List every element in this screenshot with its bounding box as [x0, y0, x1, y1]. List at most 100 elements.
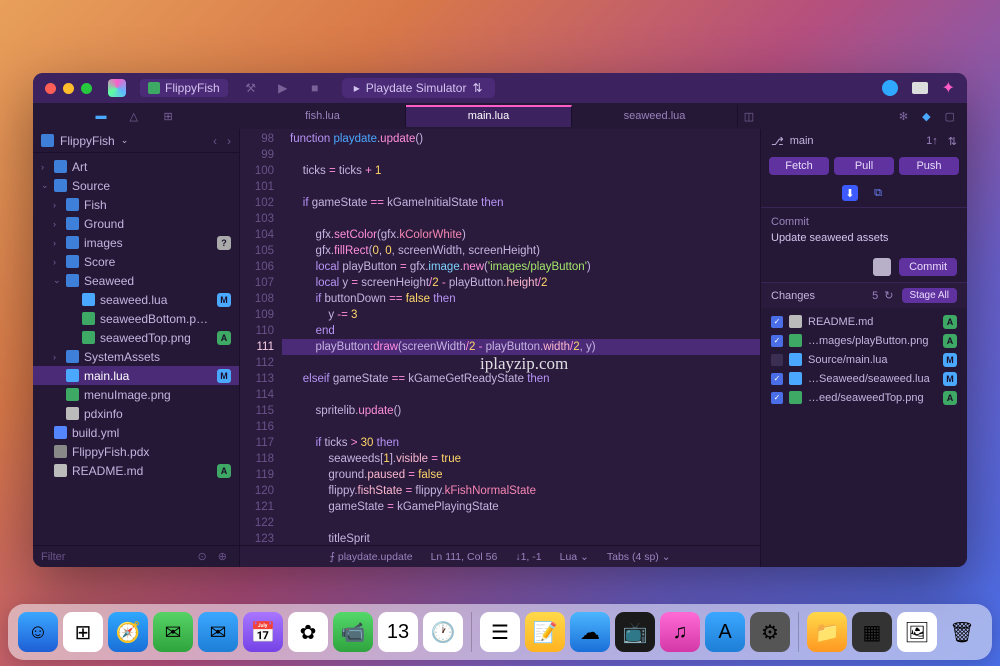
- dock-app-icon[interactable]: 📅: [243, 612, 283, 652]
- chevron-updown-icon: ⇅: [948, 135, 957, 148]
- tree-row[interactable]: ›Score: [33, 252, 239, 271]
- change-row[interactable]: ✓…eed/seaweedTop.pngA: [761, 388, 967, 407]
- dock-app-icon[interactable]: ☁: [570, 612, 610, 652]
- preview-icon[interactable]: [882, 80, 898, 96]
- breadcrumb[interactable]: FlippyFish ⌄ ‹ ›: [33, 129, 239, 153]
- filter-bar[interactable]: Filter ⊙ ⊕: [33, 545, 239, 567]
- nav-back-icon[interactable]: ‹: [213, 134, 217, 148]
- editor-tab[interactable]: fish.lua: [240, 105, 406, 127]
- split-editor-icon[interactable]: ◫: [738, 110, 760, 123]
- tree-row[interactable]: ›Fish: [33, 195, 239, 214]
- hammer-icon[interactable]: ⚒: [242, 81, 260, 95]
- square-icon[interactable]: ▢: [945, 110, 955, 123]
- stash-down-icon[interactable]: ⬇: [842, 185, 858, 201]
- tree-row[interactable]: pdxinfo: [33, 404, 239, 423]
- avatar[interactable]: [873, 258, 891, 276]
- zoom-window-button[interactable]: [81, 83, 92, 94]
- tree-row[interactable]: seaweedTop.pngA: [33, 328, 239, 347]
- git-panel: ⎇ main 1↑ ⇅ Fetch Pull Push ⬇ ⧉ Commit Upd…: [760, 129, 967, 567]
- dock-app-icon[interactable]: 🧭: [108, 612, 148, 652]
- editor-tab[interactable]: main.lua: [406, 105, 572, 127]
- tree-row[interactable]: ›Ground: [33, 214, 239, 233]
- status-tabs[interactable]: Tabs (4 sp) ⌄: [607, 551, 671, 563]
- snowflake-icon[interactable]: ✻: [899, 110, 908, 123]
- dock-app-icon[interactable]: 13: [378, 612, 418, 652]
- code-area[interactable]: function playdate.update() ticks = ticks…: [282, 129, 760, 545]
- dock-app-icon[interactable]: 📝: [525, 612, 565, 652]
- changes-count: 5: [872, 290, 878, 302]
- dock-app-icon[interactable]: ✉: [153, 612, 193, 652]
- folder-mode-icon[interactable]: ▬: [96, 110, 110, 122]
- refresh-icon[interactable]: ↻: [884, 289, 893, 302]
- branch-row[interactable]: ⎇ main 1↑ ⇅: [761, 129, 967, 153]
- dock-app-icon[interactable]: ☰: [480, 612, 520, 652]
- tree-row[interactable]: build.yml: [33, 423, 239, 442]
- code-editor[interactable]: 9899100101102103104105106107108109110111…: [240, 129, 760, 567]
- minimize-window-button[interactable]: [63, 83, 74, 94]
- dock-app-icon[interactable]: 🕐: [423, 612, 463, 652]
- dock-app-icon[interactable]: ⊞: [63, 612, 103, 652]
- commit-message-input[interactable]: Update seaweed assets: [771, 232, 957, 244]
- simulator-name: Playdate Simulator: [366, 81, 467, 95]
- change-row[interactable]: Source/main.luaM: [761, 350, 967, 369]
- pull-button[interactable]: Pull: [834, 157, 894, 175]
- tree-row[interactable]: ›SystemAssets: [33, 347, 239, 366]
- stop-icon[interactable]: ■: [306, 81, 324, 95]
- dock-app-icon[interactable]: A: [705, 612, 745, 652]
- editor-tab[interactable]: seaweed.lua: [572, 105, 738, 127]
- play-icon[interactable]: ▶: [274, 81, 292, 95]
- dock-app-icon[interactable]: 📁: [807, 612, 847, 652]
- dock-app-icon[interactable]: 📹: [333, 612, 373, 652]
- chevron-down-icon: ⌄: [121, 135, 129, 146]
- tree-row[interactable]: menuImage.png: [33, 385, 239, 404]
- tree-row[interactable]: FlippyFish.pdx: [33, 442, 239, 461]
- status-position[interactable]: Ln 111, Col 56: [431, 551, 498, 563]
- branch-name: main: [790, 135, 814, 147]
- dock-app-icon[interactable]: ⚙: [750, 612, 790, 652]
- diamond-icon[interactable]: ◆: [922, 110, 930, 123]
- tree-row[interactable]: seaweed.luaM: [33, 290, 239, 309]
- nav-forward-icon[interactable]: ›: [227, 134, 231, 148]
- change-row[interactable]: ✓README.mdA: [761, 312, 967, 331]
- change-row[interactable]: ✓…mages/playButton.pngA: [761, 331, 967, 350]
- tree-row[interactable]: ›Art: [33, 157, 239, 176]
- status-encoding[interactable]: ↓1, -1: [515, 551, 541, 563]
- status-symbol[interactable]: ⨍ playdate.update: [329, 551, 412, 563]
- stage-all-button[interactable]: Stage All: [902, 288, 957, 303]
- breadcrumb-label: FlippyFish: [60, 134, 115, 148]
- ahead-count: 1↑: [926, 135, 938, 147]
- change-row[interactable]: ✓…Seaweed/seaweed.luaM: [761, 369, 967, 388]
- dock-app-icon[interactable]: 📺: [615, 612, 655, 652]
- dock-app-icon[interactable]: ▦: [852, 612, 892, 652]
- project-badge[interactable]: FlippyFish: [140, 79, 228, 97]
- status-language[interactable]: Lua ⌄: [560, 551, 589, 563]
- dock-app-icon[interactable]: ♫: [660, 612, 700, 652]
- dock-app-icon[interactable]: ✿: [288, 612, 328, 652]
- device-icon: ▸: [354, 81, 360, 95]
- panels-icon[interactable]: [912, 82, 928, 94]
- simulator-select[interactable]: ▸ Playdate Simulator ⇅: [342, 78, 495, 98]
- commit-label: Commit: [771, 216, 957, 228]
- tree-row[interactable]: ⌄Source: [33, 176, 239, 195]
- push-button[interactable]: Push: [899, 157, 959, 175]
- fetch-button[interactable]: Fetch: [769, 157, 829, 175]
- dock-app-icon[interactable]: ✉: [198, 612, 238, 652]
- warning-mode-icon[interactable]: △: [130, 110, 144, 122]
- tree-row[interactable]: seaweedBottom.p…: [33, 309, 239, 328]
- commit-button[interactable]: Commit: [899, 258, 957, 276]
- dock-app-icon[interactable]: ☺: [18, 612, 58, 652]
- ide-window: FlippyFish ⚒ ▶ ■ ▸ Playdate Simulator ⇅ …: [33, 73, 967, 567]
- close-window-button[interactable]: [45, 83, 56, 94]
- sparkle-icon[interactable]: ✦: [942, 78, 955, 98]
- changes-header: Changes 5 ↻ Stage All: [761, 282, 967, 308]
- project-icon: [148, 82, 160, 94]
- tree-row[interactable]: README.mdA: [33, 461, 239, 480]
- dock-app-icon[interactable]: 🖼: [897, 612, 937, 652]
- tree-row[interactable]: ⌄Seaweed: [33, 271, 239, 290]
- stash-icon[interactable]: ⧉: [870, 185, 886, 201]
- grid-mode-icon[interactable]: ⊞: [164, 110, 178, 122]
- dock-app-icon[interactable]: 🗑: [942, 612, 982, 652]
- filter-icons: ⊙ ⊕: [198, 550, 232, 563]
- tree-row[interactable]: ›images?: [33, 233, 239, 252]
- tree-row[interactable]: main.luaM: [33, 366, 239, 385]
